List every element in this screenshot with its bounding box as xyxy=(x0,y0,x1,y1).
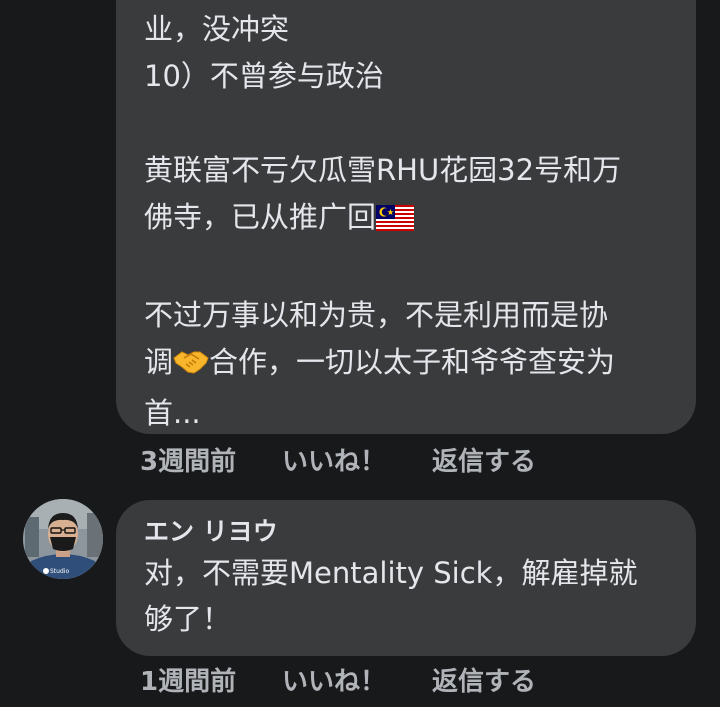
comment-text-line: 调 合作，一切以太子和爷爷查安为 xyxy=(144,339,668,390)
avatar[interactable]: Studio xyxy=(23,499,103,579)
comment-text-line: 业，没冲突 xyxy=(144,12,290,46)
comment-timestamp[interactable]: 3週間前 xyxy=(140,441,282,478)
comment-actions: 3週間前 いいね！ 返信する xyxy=(140,439,536,479)
comment-timestamp[interactable]: 1週間前 xyxy=(140,661,282,698)
reply-button[interactable]: 返信する xyxy=(432,441,536,478)
comment-bubble: エン リヨウ 对，不需要Mentality Sick，解雇掉就 够了！ xyxy=(116,500,696,656)
comment-bubble: 业，没冲突 10）不曾参与政治 黄联富不亏欠瓜雪RHU花园32号和万 佛寺，已从… xyxy=(116,0,696,434)
like-button[interactable]: いいね！ xyxy=(282,441,432,478)
comment-text-line: 10）不曾参与政治 xyxy=(144,59,384,93)
comment-text-line: 对，不需要Mentality Sick，解雇掉就 xyxy=(144,556,638,590)
handshake-icon xyxy=(173,343,209,390)
malaysia-flag-icon xyxy=(376,198,415,245)
comment-actions: 1週間前 いいね！ 返信する xyxy=(140,659,536,699)
comment-text-fragment: 合作，一切以太子和爷爷查安为 xyxy=(209,345,616,379)
comment-text-line: 首... xyxy=(144,396,201,430)
comment-text-line: 够了！ xyxy=(144,602,232,636)
avatar-badge-text: Studio xyxy=(50,568,69,575)
comment-text-fragment: 佛寺，已从推广回 xyxy=(144,200,377,234)
comment-text-line: 不过万事以和为贵，不是利用而是协 xyxy=(144,298,609,332)
comment-text-fragment: 调 xyxy=(144,345,174,379)
comment-author-name[interactable]: エン リヨウ xyxy=(144,514,668,550)
comment-text-line: 黄联富不亏欠瓜雪RHU花园32号和万 xyxy=(144,153,622,187)
like-button[interactable]: いいね！ xyxy=(282,661,432,698)
reply-button[interactable]: 返信する xyxy=(432,661,536,698)
comment-text-line: 佛寺，已从推广回 xyxy=(144,194,668,245)
